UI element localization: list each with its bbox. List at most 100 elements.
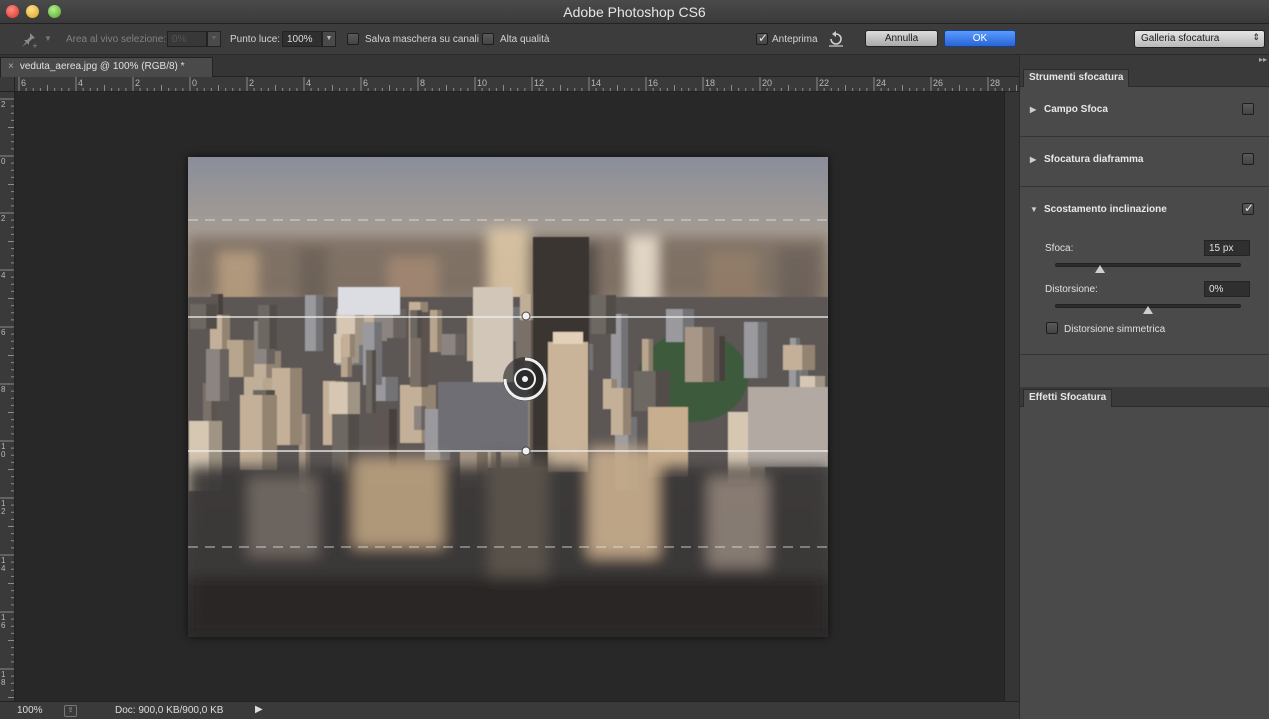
ruler-top[interactable]: 6 4 2 0 2 4 6 8 10 12 14 16 18 20 22 24 26 28 bbox=[15, 77, 1019, 92]
selection-area-field[interactable]: 0% bbox=[167, 31, 207, 47]
collapse-triangle-icon: ▼ bbox=[1030, 205, 1038, 214]
ruler-top-ticks bbox=[18, 77, 1017, 91]
building-shadow bbox=[719, 336, 725, 381]
close-tab-icon[interactable]: × bbox=[8, 61, 14, 72]
ruler-left-label: 1 4 bbox=[1, 556, 6, 573]
ruler-top-label: 2 bbox=[249, 78, 255, 88]
high-quality-label: Alta qualità bbox=[500, 34, 550, 45]
building-shadow bbox=[417, 310, 422, 338]
document-tab-bar: × veduta_aerea.jpg @ 100% (RGB/8) * bbox=[0, 55, 1019, 77]
distortion-field[interactable]: 0% bbox=[1204, 281, 1250, 297]
tilt-shift-section: ▼ Scostamento inclinazione Sfoca: 15 px D… bbox=[1020, 187, 1269, 355]
blur-amount-slider[interactable] bbox=[1055, 263, 1241, 267]
blur-gallery-select[interactable]: Galleria sfocatura ⇕ bbox=[1134, 30, 1265, 48]
zoom-field[interactable]: 100% bbox=[17, 705, 43, 716]
iris-blur-header[interactable]: ▶ Sfocatura diaframma bbox=[1030, 154, 1143, 165]
building-shadow bbox=[243, 340, 254, 377]
ruler-left-ticks bbox=[0, 98, 14, 698]
share-icon[interactable]: ⇪ bbox=[64, 705, 77, 717]
tool-preset-dropdown-icon[interactable]: ▼ bbox=[44, 34, 52, 43]
ruler-left[interactable]: 2 0 2 4 6 8 1 0 1 2 1 4 1 6 1 8 bbox=[0, 92, 15, 701]
blur-tools-tab-strip: Strumenti sfocatura bbox=[1020, 67, 1269, 87]
preview-label: Anteprima bbox=[772, 34, 818, 45]
ruler-top-label: 14 bbox=[591, 78, 602, 88]
building-shadow bbox=[702, 327, 714, 382]
tilt-shift-header[interactable]: ▼ Scostamento inclinazione bbox=[1030, 204, 1167, 215]
ruler-top-label: 18 bbox=[705, 78, 716, 88]
building-shadow bbox=[269, 305, 277, 349]
building-shadow bbox=[315, 295, 323, 351]
ruler-left-label: 6 bbox=[1, 328, 6, 337]
document-tab[interactable]: × veduta_aerea.jpg @ 100% (RGB/8) * bbox=[0, 57, 213, 77]
ruler-top-label: 26 bbox=[933, 78, 944, 88]
selection-area-dropdown-icon[interactable]: ▼ bbox=[207, 31, 221, 47]
ruler-top-label: 28 bbox=[990, 78, 1001, 88]
ruler-left-label: 1 6 bbox=[1, 613, 6, 630]
tab-blur-effects[interactable]: Effetti Sfocatura bbox=[1023, 389, 1113, 407]
blur-tools-panel: ▸▸ Strumenti sfocatura ▶ Campo Sfoca ▶ Sfo… bbox=[1019, 55, 1269, 719]
building-shadow bbox=[385, 377, 398, 401]
expand-triangle-icon: ▶ bbox=[1030, 155, 1037, 164]
building-shadow bbox=[290, 368, 302, 445]
blur-gallery-select-value: Galleria sfocatura bbox=[1141, 33, 1220, 44]
light-point-field[interactable]: 100% bbox=[282, 31, 322, 47]
title-bar: Adobe Photoshop CS6 bbox=[0, 0, 1269, 24]
building-shadow bbox=[455, 334, 465, 355]
distortion-slider-thumb[interactable] bbox=[1143, 306, 1153, 314]
reset-pins-icon[interactable] bbox=[826, 30, 846, 48]
ruler-left-label: 1 8 bbox=[1, 670, 6, 687]
vertical-scrollbar[interactable] bbox=[1004, 92, 1019, 701]
building-shadow bbox=[606, 295, 616, 334]
ruler-top-label: 0 bbox=[192, 78, 198, 88]
blur-pin-icon[interactable] bbox=[503, 357, 547, 401]
app-title: Adobe Photoshop CS6 bbox=[563, 4, 706, 20]
field-blur-checkbox[interactable] bbox=[1242, 103, 1254, 115]
blur-amount-field[interactable]: 15 px bbox=[1204, 240, 1250, 256]
iris-blur-checkbox[interactable] bbox=[1242, 153, 1254, 165]
pin-tool-icon[interactable]: + bbox=[18, 31, 38, 49]
ruler-top-label: 16 bbox=[648, 78, 659, 88]
save-mask-checkbox[interactable] bbox=[347, 33, 359, 45]
cancel-button[interactable]: Annulla bbox=[865, 30, 938, 47]
light-point-dropdown-icon[interactable]: ▼ bbox=[322, 31, 336, 47]
ruler-top-label: 22 bbox=[819, 78, 830, 88]
rotate-handle-bottom[interactable] bbox=[521, 446, 531, 456]
building-shadow bbox=[802, 345, 815, 370]
building-shadow bbox=[372, 350, 376, 413]
save-mask-label: Salva maschera su canali bbox=[365, 34, 479, 45]
tab-blur-tools[interactable]: Strumenti sfocatura bbox=[1023, 69, 1130, 87]
document-image[interactable] bbox=[188, 157, 828, 637]
ruler-top-label: 6 bbox=[21, 78, 27, 88]
ruler-top-label: 10 bbox=[477, 78, 488, 88]
ok-button[interactable]: OK bbox=[944, 30, 1016, 47]
symmetric-distortion-checkbox[interactable] bbox=[1046, 322, 1058, 334]
document-tab-title: veduta_aerea.jpg @ 100% (RGB/8) * bbox=[19, 61, 185, 72]
preview-checkbox[interactable] bbox=[756, 31, 768, 45]
ruler-left-label: 1 0 bbox=[1, 442, 6, 459]
selection-area-label: Area al vivo selezione: bbox=[66, 34, 167, 45]
status-menu-arrow-icon[interactable]: ▶ bbox=[255, 704, 263, 715]
ruler-top-label: 4 bbox=[306, 78, 312, 88]
symmetric-distortion-label: Distorsione simmetrica bbox=[1064, 324, 1166, 335]
distortion-label: Distorsione: bbox=[1045, 284, 1098, 295]
blur-amount-slider-thumb[interactable] bbox=[1094, 265, 1105, 273]
high-quality-checkbox[interactable] bbox=[482, 33, 494, 45]
iris-blur-section: ▶ Sfocatura diaframma bbox=[1020, 137, 1269, 187]
ruler-left-label: 2 bbox=[1, 100, 6, 109]
ruler-top-label: 20 bbox=[762, 78, 773, 88]
collapse-panel-icon[interactable]: ▸▸ bbox=[1259, 55, 1267, 64]
options-bar: + ▼ Area al vivo selezione: 0% ▼ Punto l… bbox=[0, 24, 1269, 55]
select-arrows-icon: ⇕ bbox=[1252, 32, 1260, 42]
ruler-corner[interactable] bbox=[0, 77, 15, 92]
rotate-handle-top[interactable] bbox=[521, 311, 531, 321]
field-blur-section: ▶ Campo Sfoca bbox=[1020, 87, 1269, 137]
building-shadow bbox=[262, 395, 277, 470]
field-blur-label: Campo Sfoca bbox=[1044, 104, 1108, 115]
ruler-top-label: 2 bbox=[135, 78, 141, 88]
ruler-left-label: 1 2 bbox=[1, 499, 6, 516]
tilt-shift-checkbox[interactable] bbox=[1242, 201, 1254, 215]
ruler-top-label: 24 bbox=[876, 78, 887, 88]
field-blur-header[interactable]: ▶ Campo Sfoca bbox=[1030, 104, 1108, 115]
building-shadow bbox=[757, 322, 767, 378]
building-shadow bbox=[219, 349, 229, 401]
